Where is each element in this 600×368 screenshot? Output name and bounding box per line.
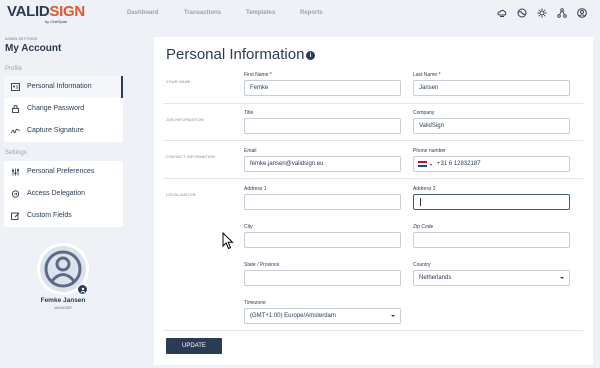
phone-value: +31 6 12832187 bbox=[437, 161, 481, 167]
first-name-field[interactable]: Femke bbox=[244, 80, 401, 96]
phone-label: Phone number bbox=[413, 148, 446, 154]
sidebar-item-label: Change Password bbox=[27, 105, 85, 112]
chevron-down-icon bbox=[391, 315, 395, 317]
sidebar-item-personal-information[interactable]: Personal Information bbox=[4, 76, 123, 98]
delegation-icon bbox=[11, 190, 20, 198]
country-value: Netherlands bbox=[419, 275, 452, 281]
title-label: Title bbox=[244, 110, 254, 116]
section-contact-information: CONTACT INFORMATION bbox=[166, 155, 216, 159]
city-label: City bbox=[244, 224, 253, 230]
sidebar-item-label: Access Delegation bbox=[27, 190, 85, 197]
nav-templates[interactable]: Templates bbox=[246, 10, 275, 16]
divider bbox=[163, 330, 583, 331]
camera-icon bbox=[80, 287, 85, 293]
state-label: State / Province bbox=[244, 262, 280, 268]
sidebar-item-access-delegation[interactable]: Access Delegation bbox=[4, 183, 123, 205]
sidebar-item-personal-preferences[interactable]: Personal Preferences bbox=[4, 161, 123, 183]
first-name-label: First Name * bbox=[244, 72, 272, 78]
address1-field[interactable] bbox=[244, 194, 401, 210]
brand-name-part1: VALID bbox=[7, 3, 50, 20]
last-name-label: Last Name * bbox=[413, 72, 441, 78]
mouse-cursor-icon bbox=[222, 232, 234, 250]
state-field[interactable] bbox=[244, 270, 401, 286]
sun-icon[interactable] bbox=[537, 8, 547, 18]
cloud-icon[interactable] bbox=[497, 8, 507, 18]
id-card-icon bbox=[11, 83, 20, 91]
address2-field[interactable] bbox=[413, 194, 570, 210]
edit-icon bbox=[11, 212, 20, 220]
sidebar-item-custom-fields[interactable]: Custom Fields bbox=[4, 205, 123, 227]
section-job-information: JOB INFORMATION bbox=[166, 118, 204, 122]
network-icon[interactable] bbox=[557, 8, 567, 18]
divider bbox=[163, 140, 583, 141]
text-caret bbox=[420, 198, 421, 206]
lock-icon bbox=[11, 105, 20, 113]
phone-field[interactable]: +31 6 12832187 bbox=[413, 156, 570, 172]
update-button[interactable]: UPDATE bbox=[166, 338, 222, 354]
page-title: Personal Information bbox=[166, 46, 305, 63]
sidebar-item-label: Capture Signature bbox=[27, 127, 84, 134]
country-select[interactable]: Netherlands bbox=[413, 270, 570, 286]
country-label: Country bbox=[413, 262, 431, 268]
address2-label: Address 2 bbox=[413, 186, 436, 192]
brand-name-part2: SIGN bbox=[49, 3, 85, 20]
divider bbox=[163, 178, 583, 179]
info-icon[interactable]: i bbox=[306, 51, 315, 60]
address1-label: Address 1 bbox=[244, 186, 267, 192]
city-field[interactable] bbox=[244, 232, 401, 248]
sidebar-title: My Account bbox=[5, 43, 62, 54]
personal-info-card: Personal Information i YOUR NAME First N… bbox=[154, 37, 593, 365]
user-circle-icon[interactable] bbox=[577, 8, 587, 18]
sliders-icon bbox=[11, 168, 20, 176]
avatar-edit-badge[interactable] bbox=[77, 284, 88, 295]
chevron-down-icon[interactable] bbox=[430, 164, 432, 166]
divider bbox=[163, 103, 583, 104]
sidebar-item-label: Personal Preferences bbox=[27, 168, 95, 175]
company-field[interactable]: ValidSign bbox=[413, 118, 570, 134]
title-field[interactable] bbox=[244, 118, 401, 134]
section-localization: LOCALIZATION bbox=[166, 193, 196, 197]
admin-settings-label: ADMIN SETTINGS bbox=[5, 37, 38, 41]
nav-reports[interactable]: Reports bbox=[300, 10, 323, 16]
signature-icon bbox=[11, 127, 20, 135]
zip-code-label: Zip Code bbox=[413, 224, 434, 230]
user-role: MANAGER bbox=[54, 306, 72, 310]
brand-tagline: by OneSpan bbox=[45, 19, 68, 24]
section-your-name: YOUR NAME bbox=[166, 80, 191, 84]
user-name: Femke Jansen bbox=[40, 297, 86, 304]
sidebar-section-settings: Settings bbox=[5, 150, 27, 156]
chevron-down-icon bbox=[560, 277, 564, 279]
sidebar-settings-group: Personal Preferences Access Delegation C… bbox=[4, 161, 123, 227]
last-name-field[interactable]: Jansen bbox=[413, 80, 570, 96]
timezone-value: (GMT+1:00) Europe/Amsterdam bbox=[250, 313, 336, 319]
email-field[interactable]: femke.jansen@validsign.eu bbox=[244, 156, 401, 172]
nav-dashboard[interactable]: Dashboard bbox=[127, 10, 158, 16]
nav-transactions[interactable]: Transactions bbox=[184, 10, 221, 16]
company-label: Company bbox=[413, 110, 435, 116]
email-label: Email bbox=[244, 148, 257, 154]
timezone-label: Timezone bbox=[244, 300, 266, 306]
brand-logo[interactable]: VALIDSIGN bbox=[7, 3, 85, 20]
sidebar-item-label: Custom Fields bbox=[27, 212, 72, 219]
netherlands-flag-icon[interactable] bbox=[418, 161, 427, 167]
zip-code-field[interactable] bbox=[413, 232, 570, 248]
sidebar-item-capture-signature[interactable]: Capture Signature bbox=[4, 120, 123, 142]
sidebar-section-profile: Profile bbox=[5, 66, 23, 72]
top-bar: VALIDSIGN by OneSpan Dashboard Transacti… bbox=[0, 0, 600, 28]
sidebar-item-change-password[interactable]: Change Password bbox=[4, 98, 123, 120]
timezone-select[interactable]: (GMT+1:00) Europe/Amsterdam bbox=[244, 308, 401, 324]
globe-icon[interactable] bbox=[517, 8, 527, 18]
sidebar-profile-group: Personal Information Change Password Cap… bbox=[4, 76, 123, 142]
sidebar-item-label: Personal Information bbox=[27, 83, 92, 90]
